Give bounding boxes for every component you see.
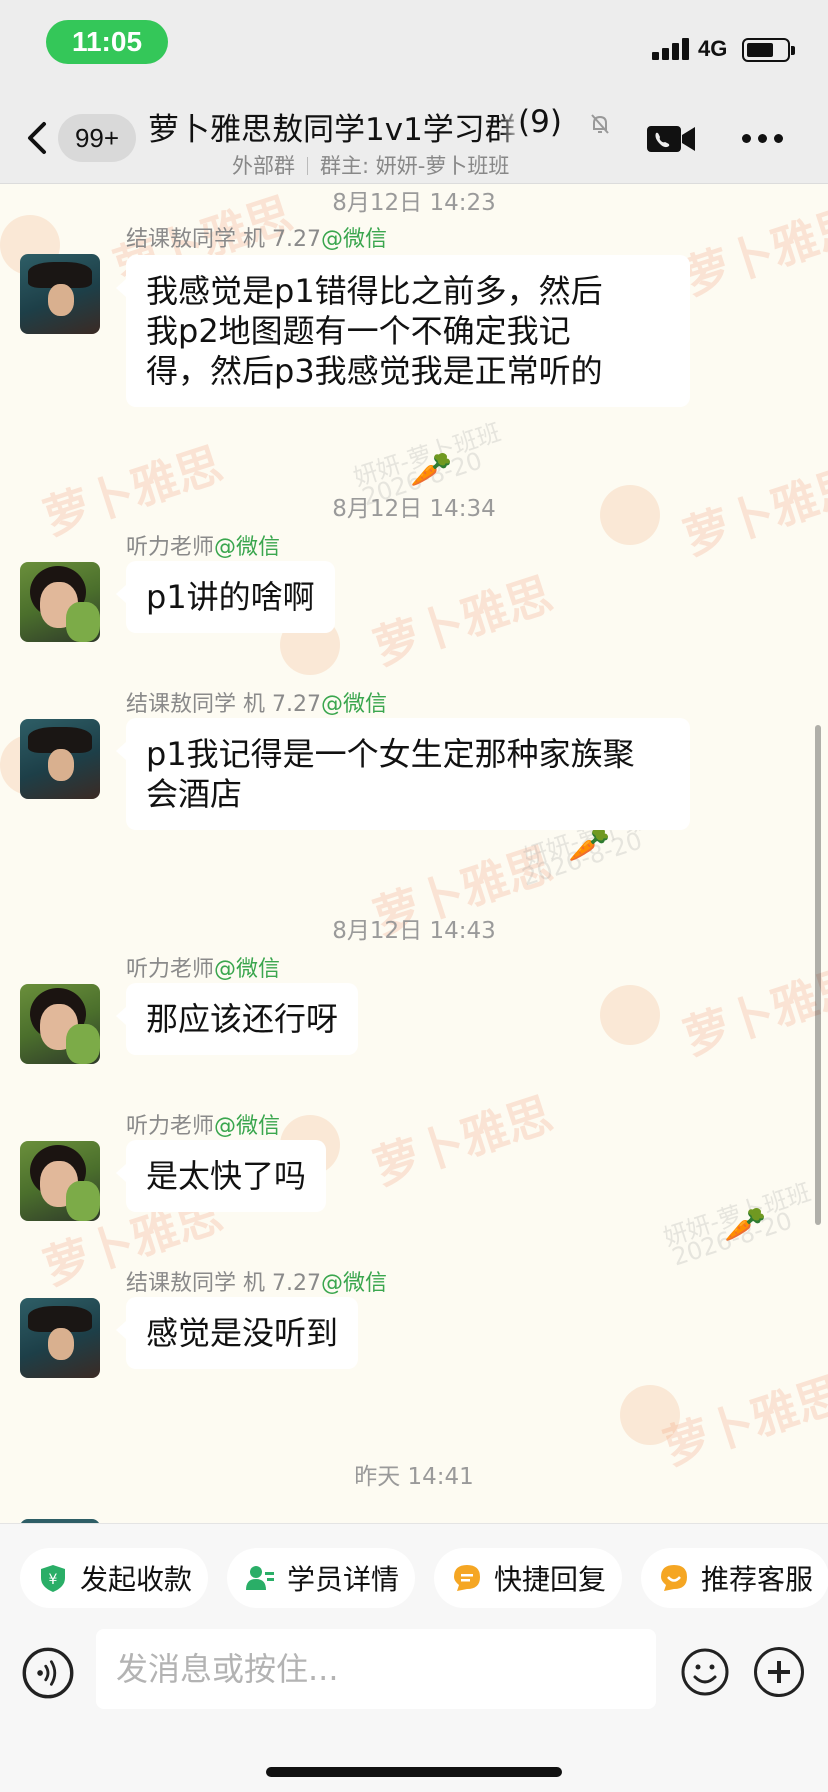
- unread-count-badge[interactable]: 99+: [58, 114, 136, 162]
- subtitle-divider: [307, 157, 308, 175]
- wechat-tag: @微信: [214, 957, 281, 982]
- more-functions-plus-icon[interactable]: [754, 1647, 804, 1697]
- chat-message-list[interactable]: 萝卜雅思 萝卜雅思 萝卜雅思 萝卜雅思 萝卜雅思 萝卜雅思 萝卜雅思 萝卜雅思 …: [0, 185, 828, 1523]
- sender-name-text: 结课敖同学 机 7.27: [126, 692, 321, 717]
- timestamp: 8月12日 14:34: [332, 496, 496, 522]
- voice-input-icon[interactable]: [22, 1647, 74, 1699]
- avatar-teacher[interactable]: [20, 562, 100, 642]
- network-type: 4G: [698, 36, 728, 61]
- chip-label: 发起收款: [80, 1563, 193, 1596]
- more-options-icon[interactable]: [742, 134, 784, 144]
- message-bubble[interactable]: 那应该还行呀: [115, 983, 359, 1055]
- video-call-icon[interactable]: [646, 124, 696, 154]
- message-line: 是太快了吗: [146, 1157, 307, 1195]
- sender-name: 结课敖同学 机 7.27@微信: [126, 1265, 387, 1297]
- carrot-watermark-icon: 🥕: [568, 825, 611, 865]
- chip-label: 快捷回复: [494, 1563, 607, 1596]
- external-group-label: 外部群: [232, 154, 295, 178]
- status-time: 11:05: [46, 20, 168, 64]
- wechat-tag: @微信: [320, 692, 387, 717]
- collect-payment-button[interactable]: ¥ 发起收款: [20, 1548, 209, 1608]
- member-count: (9): [518, 104, 562, 140]
- chip-label: 推荐客服: [701, 1563, 814, 1596]
- message-bubble[interactable]: p1讲的啥啊: [116, 561, 335, 633]
- message-bubble[interactable]: 是太快了吗: [115, 1140, 327, 1212]
- sender-name: 听力老师@微信: [126, 529, 280, 561]
- quick-reply-icon: [454, 1565, 480, 1591]
- quick-action-bar: ¥ 发起收款 学员详情 快捷回复 推荐客服: [0, 1523, 828, 1627]
- chat-header: 99+ 萝卜雅思敖同学1v1学习群 (9) 外部群 群主: 妍妍-萝卜班班: [0, 96, 828, 184]
- sender-name-text: 听力老师: [126, 957, 215, 982]
- recommend-service-icon: [661, 1565, 687, 1591]
- payment-icon: ¥: [41, 1565, 65, 1592]
- sender-name-text: 听力老师: [126, 535, 215, 560]
- message-input[interactable]: [96, 1629, 656, 1709]
- sender-name: 听力老师@微信: [126, 1108, 280, 1140]
- sender-name: 结课敖同学 机 7.27@微信: [126, 221, 387, 253]
- student-details-button[interactable]: 学员详情: [227, 1548, 416, 1608]
- watermark-brand: 萝卜雅思: [367, 1086, 559, 1195]
- quick-reply-button[interactable]: 快捷回复: [434, 1548, 623, 1608]
- message-line: p1讲的啥啊: [146, 578, 315, 616]
- mute-bell-icon: [591, 114, 609, 134]
- home-indicator[interactable]: [266, 1767, 562, 1777]
- timestamp: 8月12日 14:43: [332, 918, 496, 944]
- message-bubble[interactable]: p1我记得是一个女生定那种家族聚 会酒店: [116, 718, 690, 830]
- status-bar: 11:05 4G: [0, 0, 828, 96]
- message-line: 会酒店: [146, 775, 243, 813]
- svg-text:¥: ¥: [49, 1572, 58, 1588]
- sender-name-text: 结课敖同学 机 7.27: [126, 227, 321, 252]
- message-line: p1我记得是一个女生定那种家族聚: [146, 735, 635, 773]
- avatar-student[interactable]: [20, 254, 100, 334]
- cellular-signal-icon: [652, 36, 692, 60]
- avatar-student[interactable]: [20, 1298, 100, 1378]
- avatar-student[interactable]: [20, 719, 100, 799]
- watermark-brand: 萝卜雅思: [367, 566, 559, 675]
- message-bubble[interactable]: 感觉是没听到: [115, 1297, 359, 1369]
- sender-name-text: 结课敖同学 机 7.27: [126, 1271, 321, 1296]
- emoji-icon[interactable]: [680, 1647, 730, 1697]
- battery-icon: [742, 38, 795, 62]
- group-subtitle: 外部群 群主: 妍妍-萝卜班班: [232, 150, 509, 180]
- wechat-tag: @微信: [214, 535, 281, 560]
- message-bubble[interactable]: 我感觉是p1错得比之前多，然后 我p2地图题有一个不确定我记 得，然后p3我感觉…: [116, 255, 690, 407]
- back-arrow-icon[interactable]: [22, 118, 52, 158]
- wechat-tag: @微信: [320, 1271, 387, 1296]
- message-input-bar: [0, 1627, 828, 1792]
- wechat-tag: @微信: [320, 227, 387, 252]
- sender-name-text: 听力老师: [126, 1114, 215, 1139]
- carrot-watermark-icon: 🥕: [724, 1205, 767, 1245]
- timestamp: 8月12日 14:23: [332, 190, 496, 216]
- message-line: 感觉是没听到: [146, 1314, 339, 1352]
- sender-name: 结课敖同学 机 7.27@微信: [126, 686, 387, 718]
- wechat-tag: @微信: [214, 1114, 281, 1139]
- timestamp: 昨天 14:41: [354, 1464, 474, 1490]
- message-line: 得，然后p3我感觉我是正常听的: [146, 352, 603, 390]
- message-line: 我感觉是p1错得比之前多，然后: [146, 272, 603, 310]
- message-line: 我p2地图题有一个不确定我记: [146, 312, 571, 350]
- sender-name: 听力老师@微信: [126, 951, 280, 983]
- avatar-teacher[interactable]: [20, 1141, 100, 1221]
- group-owner-label: 群主: 妍妍-萝卜班班: [320, 154, 510, 178]
- avatar-teacher[interactable]: [20, 984, 100, 1064]
- scrollbar[interactable]: [815, 725, 821, 1225]
- recommend-service-button[interactable]: 推荐客服: [641, 1548, 828, 1608]
- watermark-brand: 萝卜雅思: [677, 956, 828, 1065]
- message-line: 那应该还行呀: [146, 1000, 339, 1038]
- chip-label: 学员详情: [287, 1563, 400, 1596]
- student-profile-icon: [246, 1566, 274, 1590]
- carrot-watermark-icon: 🥕: [410, 450, 453, 490]
